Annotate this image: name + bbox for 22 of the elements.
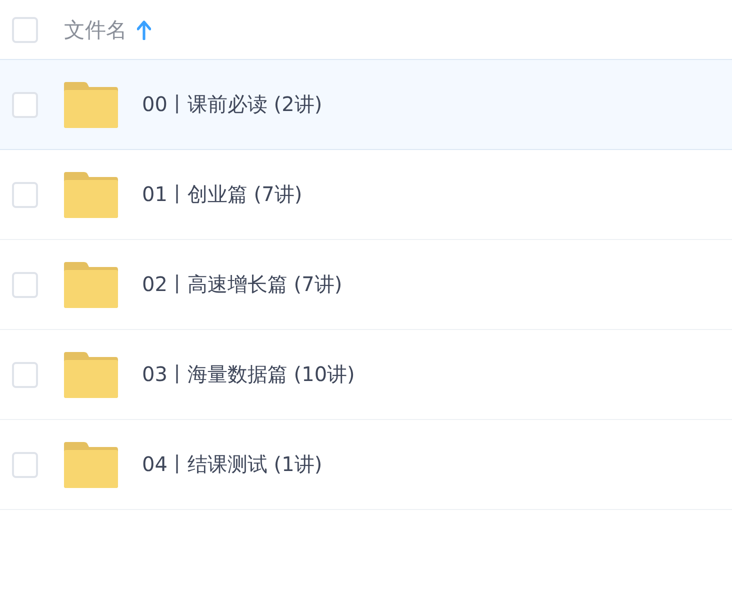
folder-row[interactable]: 03丨海量数据篇 (10讲) <box>0 330 732 420</box>
select-all-checkbox[interactable] <box>12 16 38 42</box>
sort-arrow-icon[interactable] <box>137 20 151 40</box>
row-checkbox[interactable] <box>12 362 38 388</box>
folder-row[interactable]: 01丨创业篇 (7讲) <box>0 150 732 240</box>
folder-row[interactable]: 02丨高速增长篇 (7讲) <box>0 240 732 330</box>
folder-icon <box>64 262 118 308</box>
folder-name[interactable]: 01丨创业篇 (7讲) <box>142 181 302 208</box>
folder-name[interactable]: 00丨课前必读 (2讲) <box>142 91 322 118</box>
folder-icon <box>64 172 118 218</box>
folder-row[interactable]: 04丨结课测试 (1讲) <box>0 420 732 510</box>
folder-name[interactable]: 03丨海量数据篇 (10讲) <box>142 361 355 388</box>
folder-icon <box>64 352 118 398</box>
folder-icon <box>64 82 118 128</box>
row-checkbox[interactable] <box>12 452 38 478</box>
folder-name[interactable]: 02丨高速增长篇 (7讲) <box>142 271 342 298</box>
folder-row[interactable]: 00丨课前必读 (2讲) <box>0 60 732 150</box>
folder-icon <box>64 442 118 488</box>
folder-name[interactable]: 04丨结课测试 (1讲) <box>142 451 322 478</box>
row-checkbox[interactable] <box>12 272 38 298</box>
row-checkbox[interactable] <box>12 92 38 118</box>
row-checkbox[interactable] <box>12 182 38 208</box>
